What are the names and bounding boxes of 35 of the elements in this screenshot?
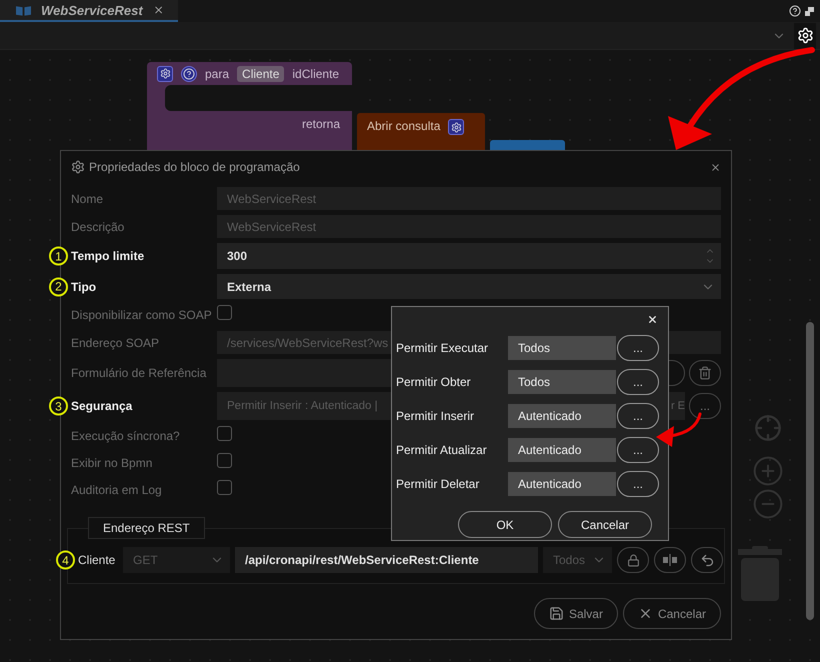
step-marker: 3 [49,396,68,416]
permission-value: Autenticado [508,404,616,428]
field-label: Nome [71,192,104,206]
dialog-title: Propriedades do bloco de programação [89,160,301,174]
field-label: Formulário de Referência [71,366,208,380]
field-value: r E [670,400,685,412]
step-marker: 4 [56,550,75,570]
field-label: Cliente [78,553,116,567]
block-label: Abrir consulta [367,119,440,133]
step-marker: 2 [49,277,68,296]
permission-value: Autenticado [508,438,616,462]
permission-value: Todos [508,370,616,394]
field-label: Execução síncrona? [71,429,181,443]
permission-label: Permitir Obter [396,375,472,389]
field-label: Segurança [71,399,134,413]
field-value: Externa [227,280,272,294]
field-label: Descrição [71,220,126,234]
permission-label: Permitir Atualizar [396,443,488,457]
field-label: Tipo [71,280,98,294]
permission-label: Permitir Inserir [396,409,476,423]
field-value: 300 [227,249,248,263]
block-keyword: retorna [302,117,340,131]
field-label: Disponibilizar como SOAP [71,308,213,322]
permission-label: Permitir Deletar [396,477,480,491]
field-label: Endereço SOAP [71,336,160,350]
panel-legend: Endereço REST [88,517,205,539]
field-label: Auditoria em Log [71,483,163,497]
step-marker: 1 [49,246,68,266]
permission-label: Permitir Executar [396,341,490,355]
permission-value: Autenticado [508,472,616,496]
field-label: Exibir no Bpmn [71,456,154,470]
block-keyword: para [205,66,230,80]
permission-value: Todos [508,336,616,360]
block-param: idCliente [292,66,340,80]
field-label: Tempo limite [71,249,146,263]
